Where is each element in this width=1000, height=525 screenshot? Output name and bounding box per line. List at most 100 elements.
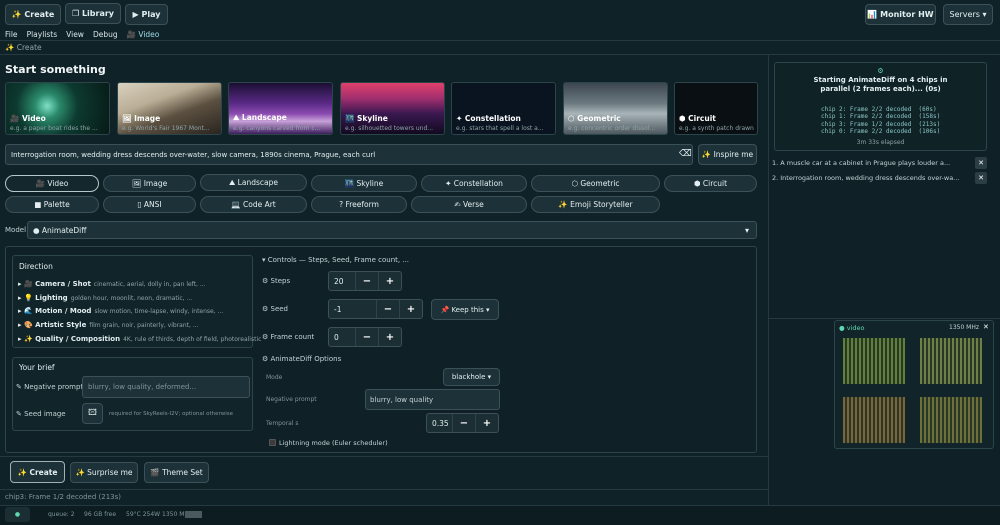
- mode-skyline-pill[interactable]: 🌃 Skyline: [311, 175, 417, 192]
- preview-frame[interactable]: [843, 338, 905, 384]
- mode-code-art-pill[interactable]: 💻 Code Art: [200, 196, 307, 213]
- preview-title: ● video: [839, 324, 865, 332]
- theme-set-button[interactable]: 🎬 Theme Set: [144, 462, 209, 483]
- animatediff-options-header[interactable]: ⚙ AnimateDiff Options: [262, 355, 341, 363]
- mode-emoji-storyteller-pill[interactable]: ✨ Emoji Storyteller: [531, 196, 660, 213]
- breadcrumb: ✨ Create: [5, 43, 42, 52]
- menu-bar: File Playlists View Debug 🎥 Video: [5, 30, 159, 39]
- card-subtitle: e.g. a paper boat rides the ...: [10, 125, 98, 132]
- direction-quality-row[interactable]: ▸ ✨ Quality / Composition 4K, rule of thi…: [18, 335, 261, 343]
- monitor-hw-button[interactable]: 📊 Monitor HW: [865, 4, 936, 25]
- frame-count-value: 0: [334, 332, 339, 342]
- card-image[interactable]: 🖼 Image e.g. World's Fair 1967 Mont...: [117, 82, 222, 135]
- mode-palette-pill[interactable]: ■ Palette: [5, 196, 99, 213]
- direction-motion-row[interactable]: ▸ 🌊 Motion / Mood slow motion, time-lapse…: [18, 307, 223, 315]
- temporal-value: 0.35: [432, 418, 449, 428]
- seed-plus-button[interactable]: +: [399, 300, 422, 318]
- card-subtitle: e.g. stars that spell a lost a...: [456, 125, 544, 132]
- status-indicator[interactable]: ●: [5, 507, 30, 522]
- mode-circuit-pill[interactable]: ⬢ Circuit: [664, 175, 757, 192]
- frame-count-minus-button[interactable]: −: [355, 328, 378, 346]
- mode-label: Mode: [266, 374, 283, 381]
- direction-camera-row[interactable]: ▸ 🎥 Camera / Shot cinematic, aerial, doll…: [18, 280, 206, 288]
- negative-prompt-input[interactable]: blurry, low quality, deformed...: [82, 376, 250, 398]
- direction-lighting-row[interactable]: ▸ 💡 Lighting golden hour, moonlit, neon, …: [18, 294, 192, 302]
- mode-landscape-pill[interactable]: ⛰ Landscape: [200, 174, 307, 191]
- mode-constellation-pill[interactable]: ✦ Constellation: [421, 175, 527, 192]
- mode-freeform-pill[interactable]: ? Freeform: [311, 196, 407, 213]
- direction-style-row[interactable]: ▸ 🎨 Artistic Style film grain, noir, pain…: [18, 321, 199, 329]
- menu-debug[interactable]: Debug: [93, 30, 118, 39]
- page-title: Start something: [5, 63, 106, 76]
- mode-ansi-pill[interactable]: ▯ ANSI: [103, 196, 196, 213]
- queue-item[interactable]: 2. Interrogation room, wedding dress des…: [772, 172, 987, 184]
- menu-video[interactable]: 🎥 Video: [127, 30, 160, 39]
- card-geometric[interactable]: ⬡ Geometric e.g. concentric order dissol…: [563, 82, 668, 135]
- preview-frame[interactable]: [843, 397, 905, 443]
- seed-minus-button[interactable]: −: [376, 300, 399, 318]
- frame-count-label: ⚙ Frame count: [262, 333, 315, 341]
- lightning-mode-checkbox[interactable]: [269, 439, 276, 446]
- menu-view[interactable]: View: [66, 30, 84, 39]
- card-circuit[interactable]: ⬢ Circuit e.g. a synth patch drawn: [674, 82, 758, 135]
- direction-row-label: ▸ 🎨 Artistic Style: [18, 321, 87, 329]
- close-icon[interactable]: ✕: [983, 323, 989, 331]
- inspire-me-button[interactable]: ✨ Inspire me: [698, 144, 757, 165]
- clear-prompt-icon[interactable]: ⌫: [679, 149, 692, 159]
- mode-geometric-pill[interactable]: ⬡ Geometric: [531, 175, 660, 192]
- usage-bar: [185, 511, 202, 518]
- mode-verse-pill[interactable]: ✍ Verse: [411, 196, 527, 213]
- temporal-label: Temporal s: [266, 420, 299, 427]
- temporal-stepper[interactable]: 0.35 − +: [426, 413, 499, 433]
- seed-image-upload-icon[interactable]: 🖾: [82, 403, 103, 424]
- temporal-plus-button[interactable]: +: [475, 414, 498, 432]
- menu-file[interactable]: File: [5, 30, 18, 39]
- close-icon[interactable]: ✕: [975, 157, 987, 169]
- library-tab-button[interactable]: ❐ Library: [65, 3, 121, 24]
- mode-image-pill[interactable]: 🖼 Image: [103, 175, 196, 192]
- prompt-input[interactable]: Interrogation room, wedding dress descen…: [5, 144, 693, 165]
- frame-count-plus-button[interactable]: +: [378, 328, 401, 346]
- steps-minus-button[interactable]: −: [355, 272, 378, 290]
- options-negative-prompt-value: blurry, low quality: [370, 395, 434, 404]
- surprise-me-button[interactable]: ✨ Surprise me: [70, 462, 138, 483]
- card-title: ✦ Constellation: [456, 114, 521, 123]
- options-negative-prompt-label: Negative prompt: [266, 396, 317, 403]
- options-negative-prompt-input[interactable]: blurry, low quality: [365, 389, 500, 410]
- card-video[interactable]: 🎥 Video e.g. a paper boat rides the ...: [5, 82, 110, 135]
- job-line: chip 0: Frame 2/2 decoded (106s): [821, 128, 941, 135]
- temporal-minus-button[interactable]: −: [452, 414, 475, 432]
- close-icon[interactable]: ✕: [975, 172, 987, 184]
- preview-frame[interactable]: [920, 397, 982, 443]
- direction-row-label: ▸ 🎥 Camera / Shot: [18, 280, 91, 288]
- model-select[interactable]: ● AnimateDiff ▾: [27, 221, 757, 239]
- mode-select[interactable]: blackhole ▾: [443, 368, 500, 386]
- steps-stepper[interactable]: 20 − +: [328, 271, 402, 291]
- mode-video-pill[interactable]: 🎥 Video: [5, 175, 99, 192]
- negative-prompt-placeholder: blurry, low quality, deformed...: [88, 383, 197, 391]
- queue-item[interactable]: 1. A muscle car at a cabinet in Prague p…: [772, 157, 987, 169]
- queue-item-label: 1. A muscle car at a cabinet in Prague p…: [772, 159, 951, 167]
- frame-count-stepper[interactable]: 0 − +: [328, 327, 402, 347]
- play-tab-button[interactable]: ▶ Play: [125, 4, 168, 25]
- card-title: 🌃 Skyline: [345, 114, 388, 123]
- controls-header[interactable]: ▾ Controls — Steps, Seed, Frame count, .…: [262, 256, 409, 264]
- preview-frame[interactable]: [920, 338, 982, 384]
- servers-dropdown[interactable]: Servers ▾: [943, 4, 993, 25]
- job-line: chip 1: Frame 2/2 decoded (158s): [821, 113, 941, 120]
- seed-stepper[interactable]: -1 − +: [328, 299, 423, 319]
- direction-row-label: ▸ ✨ Quality / Composition: [18, 335, 121, 343]
- status-line: chip3: Frame 1/2 decoded (213s): [5, 493, 122, 501]
- job-status-panel: ⚙ Starting AnimateDiff on 4 chips in par…: [774, 62, 987, 151]
- keep-this-button[interactable]: 📌 Keep this ▾: [431, 299, 499, 320]
- card-skyline[interactable]: 🌃 Skyline e.g. silhouetted towers und...: [340, 82, 445, 135]
- job-line: chip 3: Frame 1/2 decoded (213s): [821, 120, 941, 128]
- create-button[interactable]: ✨ Create: [10, 461, 65, 483]
- menu-playlists[interactable]: Playlists: [27, 30, 58, 39]
- card-landscape[interactable]: ⛰ Landscape e.g. canyons carved from c..…: [228, 82, 333, 135]
- seed-image-label: ✎ Seed image: [16, 410, 66, 418]
- brief-title: Your brief: [19, 363, 55, 372]
- card-constellation[interactable]: ✦ Constellation e.g. stars that spell a …: [451, 82, 556, 135]
- steps-plus-button[interactable]: +: [378, 272, 401, 290]
- create-tab-button[interactable]: ✨ Create: [5, 4, 61, 25]
